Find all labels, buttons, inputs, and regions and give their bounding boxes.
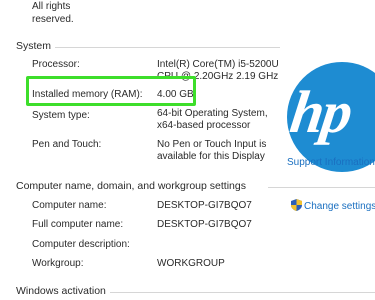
workgroup-value: WORKGROUP bbox=[157, 258, 225, 269]
system-properties-window: All rights reserved. System Processor: I… bbox=[0, 0, 375, 300]
system-type-line-1: 64-bit Operating System, bbox=[157, 108, 268, 119]
copyright-text: All rights reserved. bbox=[32, 0, 74, 26]
system-type-value: 64-bit Operating System, x64-based proce… bbox=[157, 108, 268, 132]
workgroup-label: Workgroup: bbox=[32, 258, 84, 269]
pen-touch-line-1: No Pen or Touch Input is bbox=[157, 139, 267, 150]
processor-label: Processor: bbox=[32, 59, 80, 70]
copyright-line-1: All rights bbox=[32, 1, 71, 12]
full-computer-name-value: DESKTOP-GI7BQO7 bbox=[157, 219, 252, 230]
hp-logo-text: hp bbox=[287, 79, 356, 145]
computer-name-divider bbox=[268, 187, 375, 188]
system-type-line-2: x64-based processor bbox=[157, 120, 251, 131]
hp-logo: hp bbox=[287, 62, 375, 172]
full-computer-name-label: Full computer name: bbox=[32, 219, 124, 230]
system-type-label: System type: bbox=[32, 110, 90, 121]
computer-name-value: DESKTOP-GI7BQO7 bbox=[157, 200, 252, 211]
copyright-line-2: reserved. bbox=[32, 14, 74, 25]
computer-description-label: Computer description: bbox=[32, 239, 130, 250]
support-information-link[interactable]: Support Information bbox=[287, 157, 375, 168]
pen-touch-value: No Pen or Touch Input is available for t… bbox=[157, 139, 266, 163]
windows-activation-divider bbox=[110, 292, 375, 293]
shield-icon bbox=[291, 199, 302, 211]
pen-touch-label: Pen and Touch: bbox=[32, 139, 102, 150]
ram-value: 4.00 GB bbox=[157, 89, 194, 100]
processor-value-line-1: Intel(R) Core(TM) i5-5200U bbox=[157, 59, 279, 70]
system-heading: System bbox=[16, 40, 52, 52]
change-settings-label: Change settings bbox=[304, 201, 375, 212]
system-divider bbox=[55, 47, 280, 48]
change-settings-link[interactable]: Change settings bbox=[291, 199, 375, 212]
pen-touch-line-2: available for this Display bbox=[157, 151, 265, 162]
windows-activation-heading: Windows activation bbox=[16, 285, 106, 297]
computer-name-label: Computer name: bbox=[32, 200, 107, 211]
computer-name-heading: Computer name, domain, and workgroup set… bbox=[16, 180, 246, 192]
ram-label: Installed memory (RAM): bbox=[32, 89, 143, 100]
